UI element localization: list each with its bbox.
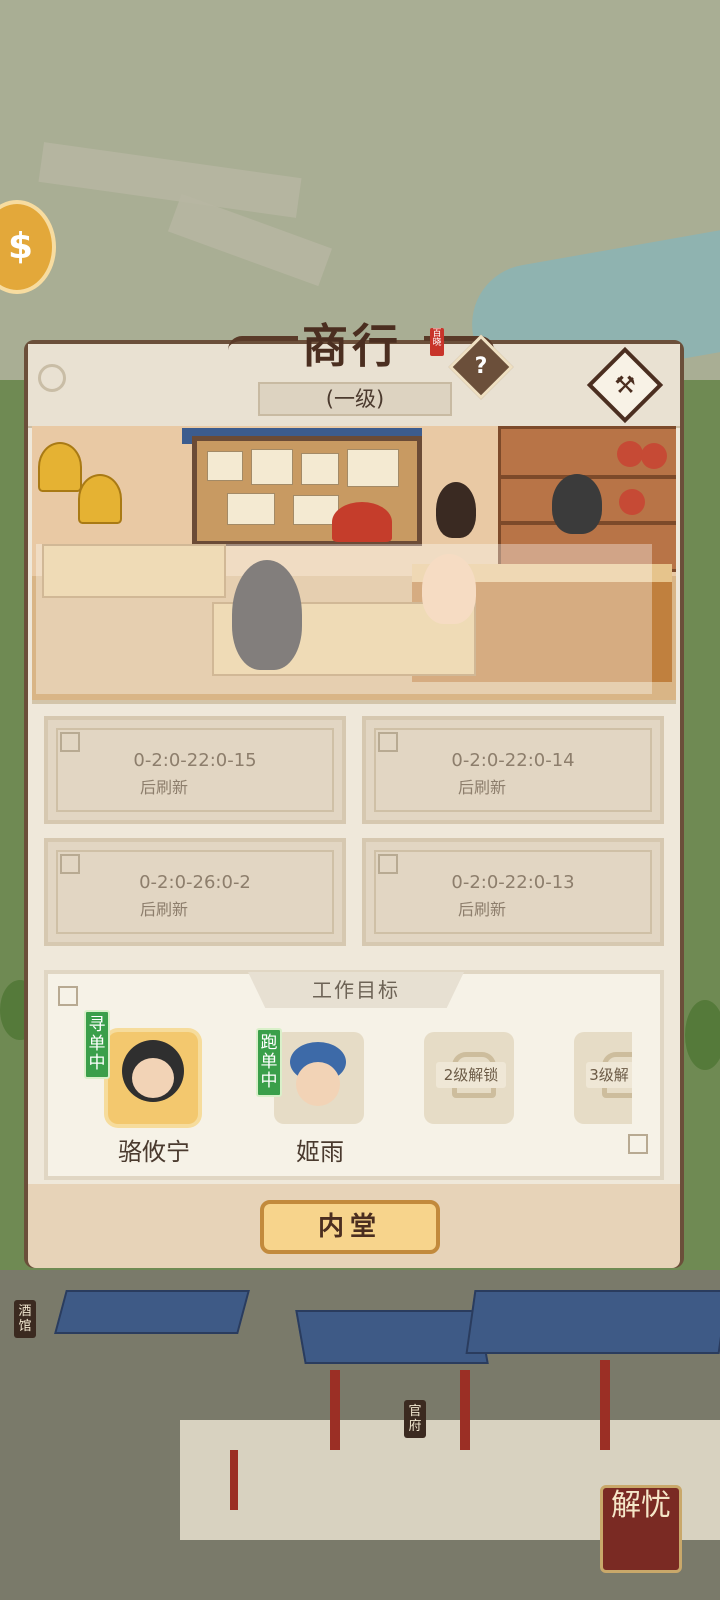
bell-icon (78, 474, 122, 524)
coin-icon: $ (8, 226, 34, 267)
title-banner: 商行 百晓 (228, 316, 494, 390)
order-slot[interactable]: 0-2:0-22:0-15 后刷新 (44, 716, 346, 824)
worker-face (132, 1058, 174, 1098)
worker-name: 姬雨 (296, 1138, 344, 1166)
order-slot[interactable]: 0-2:0-22:0-14 后刷新 (362, 716, 664, 824)
refresh-label: 后刷新 (140, 900, 189, 919)
work-goals-title: 工作目标 (248, 972, 464, 1008)
level-label: (一级) (258, 382, 452, 416)
tree (685, 1000, 720, 1070)
gate-pillar (230, 1450, 238, 1510)
tavern-sign[interactable]: 酒馆 (14, 1300, 36, 1338)
scene-overlay (36, 544, 652, 694)
shop-scene-illustration (32, 426, 676, 704)
worker-status-badge: 跑单中 (256, 1028, 282, 1097)
worker-slot[interactable] (108, 1032, 198, 1124)
building-pillar (460, 1370, 470, 1450)
panel-title: 商行 (302, 319, 402, 373)
refresh-timer: 0-2:0-22:0-14 (451, 750, 575, 771)
worker-face (296, 1062, 340, 1106)
corner-ornament (38, 364, 66, 392)
locked-slot[interactable]: 3级解 (574, 1032, 632, 1124)
refresh-timer: 0-2:0-26:0-2 (139, 872, 251, 893)
title-left-ornament (228, 336, 298, 369)
locked-slot[interactable]: 2级解锁 (424, 1032, 514, 1124)
worker-slot[interactable] (274, 1032, 364, 1124)
jieyou-button[interactable]: 解忧 (600, 1485, 682, 1573)
order-slot[interactable]: 0-2:0-22:0-13 后刷新 (362, 838, 664, 946)
refresh-label: 后刷新 (458, 778, 507, 797)
inner-hall-button[interactable]: 内堂 (260, 1200, 440, 1254)
building-pillar (600, 1360, 610, 1450)
order-slot[interactable]: 0-2:0-26:0-2 后刷新 (44, 838, 346, 946)
refresh-timer: 0-2:0-22:0-13 (451, 872, 575, 893)
worker-name: 骆攸宁 (118, 1138, 190, 1166)
corner-ornament (58, 986, 78, 1006)
worker-status-badge: 寻单中 (84, 1010, 110, 1079)
bell-icon (38, 442, 82, 492)
refresh-timer: 0-2:0-22:0-15 (133, 750, 257, 771)
refresh-label: 后刷新 (458, 900, 507, 919)
clerk-figure (436, 482, 476, 538)
work-goals-section: 工作目标 寻单中 骆攸宁 跑单中 姬雨 2级解锁 3级解 (44, 970, 664, 1180)
corner-ornament (628, 1134, 648, 1154)
title-seal: 百晓 (430, 328, 444, 356)
straw-hat-figure (332, 502, 392, 542)
building-roof (295, 1310, 489, 1364)
unlock-requirement: 2级解锁 (436, 1062, 506, 1088)
building-roof (465, 1290, 720, 1354)
shopkeeper-figure (552, 474, 602, 534)
building-roof (54, 1290, 250, 1334)
unlock-requirement: 3级解 (586, 1062, 632, 1088)
hammer-icon: ⚒ (614, 371, 636, 399)
office-sign[interactable]: 官府 (404, 1400, 426, 1438)
question-icon: ? (474, 354, 488, 379)
building-pillar (330, 1370, 340, 1450)
order-slots: 0-2:0-22:0-15 后刷新 0-2:0-22:0-14 后刷新 0-2:… (44, 716, 664, 956)
refresh-label: 后刷新 (140, 778, 189, 797)
trading-house-panel: 商行 百晓 ? ⚒ (一级) 0-2:0-22:0-15 后刷新 0-2:0-2… (24, 319, 684, 1268)
